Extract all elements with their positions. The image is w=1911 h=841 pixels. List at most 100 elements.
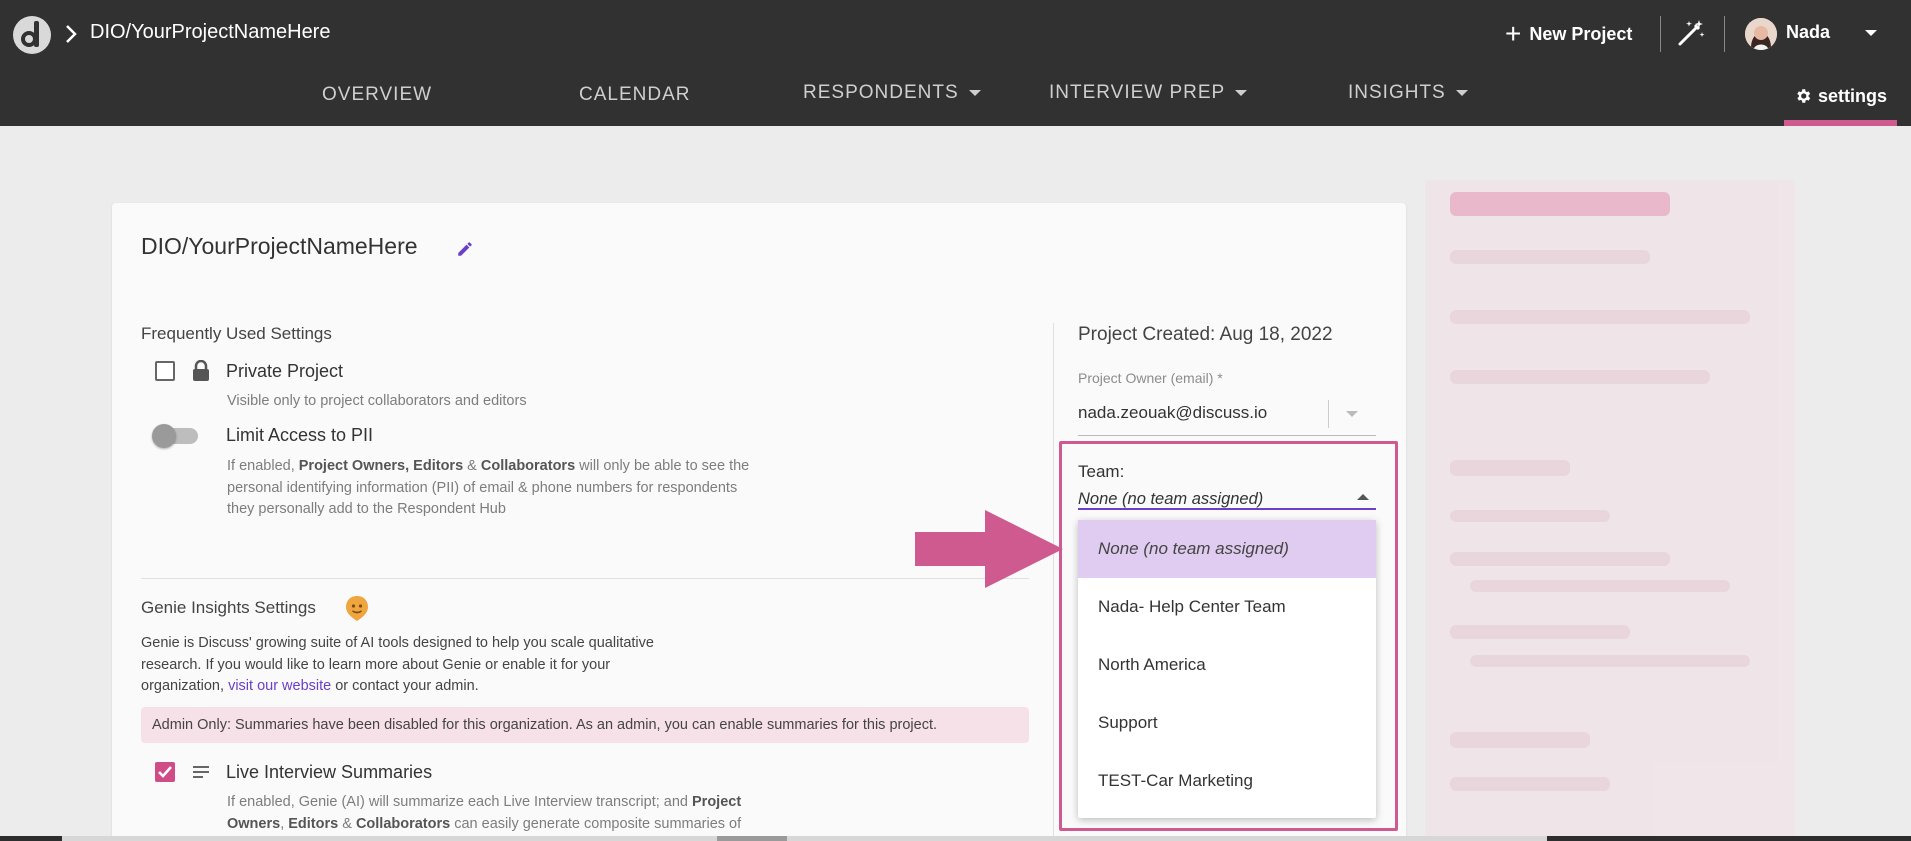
side-panel-line [1450,510,1610,522]
team-dropdown-menu: None (no team assigned) Nada- Help Cente… [1078,520,1376,818]
team-option-label: TEST-Car Marketing [1098,771,1253,790]
side-panel-line [1450,310,1750,324]
side-panel-line [1470,580,1730,592]
live-helper-bold: Editors [288,815,339,832]
team-option[interactable]: North America [1078,636,1376,694]
scrollbar-thumb[interactable] [62,836,717,841]
side-panel-header [1450,192,1670,216]
team-option-label: Support [1098,713,1158,732]
team-option-label: North America [1098,655,1206,674]
side-panel-line [1450,250,1650,264]
private-project-helper: Visible only to project collaborators an… [227,393,527,409]
active-tab-indicator [1784,120,1897,126]
tab-label: INSIGHTS [1348,82,1446,103]
select-divider [1328,400,1329,428]
pii-label: Limit Access to PII [226,425,374,445]
live-helper-bold: Collaborators [355,815,451,832]
live-summaries-label: Live Interview Summaries [226,762,433,782]
user-name[interactable]: Nada [1786,22,1830,43]
plus-icon: + [1505,18,1522,49]
genie-text: or contact your admin. [331,678,479,694]
top-bar: DIO/YourProjectNameHere + New Project Na… [0,0,1911,126]
team-option-label: None (no team assigned) [1098,539,1289,558]
tab-label: INTERVIEW PREP [1049,82,1226,103]
tab-respondents[interactable]: RESPONDENTS [803,82,981,104]
side-panel [1425,180,1795,841]
live-helper-bold: Project [692,794,742,810]
live-summaries-helper: If enabled, Genie (AI) will summarize ea… [227,792,927,835]
side-panel-line [1450,460,1570,476]
owner-underline [1078,435,1376,436]
header-divider [1660,16,1661,52]
caret-up-icon[interactable] [1357,493,1369,501]
live-helper-text: & [338,815,356,832]
owner-field-label: Project Owner (email) * [1078,370,1223,386]
pii-toggle-knob[interactable] [152,424,176,448]
bottom-scrollbar[interactable] [0,836,1911,841]
frequent-settings-heading: Frequently Used Settings [141,324,332,343]
caret-down-icon [968,90,981,96]
header-divider [1724,16,1725,52]
caret-down-icon[interactable] [1346,410,1358,418]
private-project-label: Private Project [226,361,344,381]
tab-insights[interactable]: INSIGHTS [1348,82,1468,104]
pii-helper-text: will only be able to see the [575,458,750,474]
chevron-right-icon [66,25,77,43]
team-option[interactable]: Nada- Help Center Team [1078,578,1376,636]
genie-text: Genie is Discuss' growing suite of AI to… [141,635,654,651]
avatar[interactable] [1745,18,1777,50]
new-project-label: New Project [1529,23,1633,44]
magic-wand-icon[interactable] [1675,17,1707,49]
project-created: Project Created: Aug 18, 2022 [1078,324,1333,345]
admin-banner: Admin Only: Summaries have been disabled… [141,707,1029,743]
tab-interview-prep[interactable]: INTERVIEW PREP [1049,82,1248,104]
private-project-checkbox[interactable] [155,361,175,381]
caret-down-icon [1235,90,1248,96]
tab-label: settings [1817,86,1887,106]
side-panel-line [1450,732,1590,748]
pii-helper-bold: Collaborators [480,458,576,474]
genie-heading: Genie Insights Settings [141,598,316,617]
team-option[interactable]: TEST-Car Marketing [1078,752,1376,810]
side-panel-line [1450,370,1710,384]
scrollbar-thumb[interactable] [787,836,1547,841]
live-helper-text: If enabled, Genie (AI) will summarize ea… [227,794,693,810]
user-avatar-icon [1745,18,1777,50]
team-select[interactable]: None (no team assigned) [1078,490,1263,509]
side-panel-line [1470,655,1750,667]
arrow-right-icon [915,510,1063,588]
caret-down-icon [1455,90,1468,96]
gear-icon [1797,89,1811,103]
lock-icon [193,360,209,381]
breadcrumb[interactable]: DIO/YourProjectNameHere [90,21,330,44]
live-summaries-checkbox[interactable] [155,762,175,782]
pencil-icon[interactable] [456,240,474,258]
owner-email-select[interactable]: nada.zeouak@discuss.io [1078,403,1267,423]
discuss-logo-icon[interactable] [12,15,52,55]
tab-label: RESPONDENTS [803,82,959,103]
genie-icon [346,596,368,621]
genie-description: Genie is Discuss' growing suite of AI to… [141,633,841,698]
pii-helper-text: & [463,458,481,474]
team-option-label: Nada- Help Center Team [1098,597,1286,616]
tab-calendar[interactable]: CALENDAR [579,84,690,106]
pii-helper-text: If enabled, [227,458,299,474]
summary-lines-icon [193,766,209,778]
tab-overview[interactable]: OVERVIEW [322,84,432,106]
visit-website-link[interactable]: visit our website [228,678,331,694]
caret-down-icon[interactable] [1864,28,1878,38]
pii-helper-bold: Project Owners, Editors [298,458,464,474]
section-divider [141,578,1029,579]
side-panel-line [1450,552,1670,566]
team-option[interactable]: None (no team assigned) [1078,520,1376,578]
team-underline [1078,508,1376,510]
new-project-button[interactable]: + New Project [1505,20,1632,48]
team-option[interactable]: Support [1078,694,1376,752]
pii-helper: If enabled, Project Owners, Editors & Co… [227,456,927,521]
side-panel-line [1450,777,1610,791]
pii-helper-text: personal identifying information (PII) o… [227,479,738,496]
side-panel-line [1450,625,1630,639]
check-icon [158,766,172,778]
team-label: Team: [1078,462,1125,481]
scrollbar-thumb[interactable] [717,836,787,841]
